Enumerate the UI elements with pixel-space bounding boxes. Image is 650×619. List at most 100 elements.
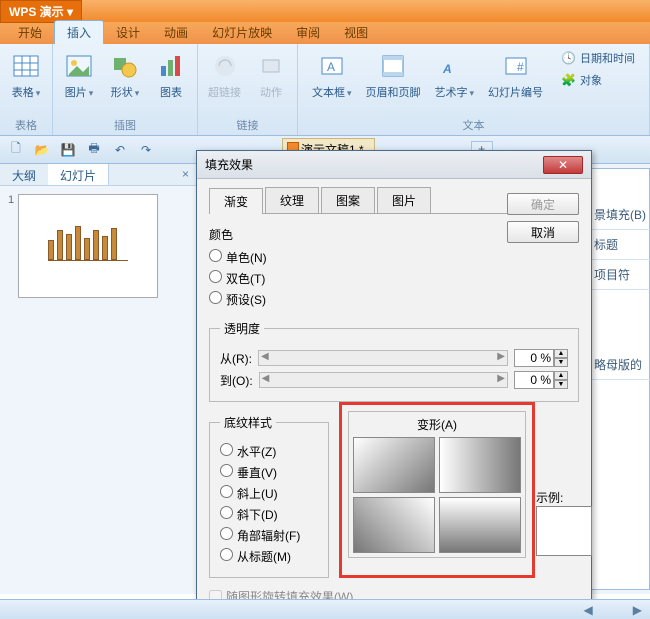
spin-up-icon[interactable]: ▲ (554, 349, 568, 358)
variant-swatch-4[interactable] (439, 497, 521, 553)
transparency-section: 透明度 从(R): ▲▼ 到(O): ▲▼ (209, 320, 579, 402)
qa-redo-icon[interactable]: ↷ (136, 140, 156, 160)
ribbon: 表格 表格 图片 形状 图表 插图 超链接 (0, 44, 650, 136)
ribbon-item-table[interactable]: 表格 (6, 48, 46, 102)
dialog-titlebar[interactable]: 填充效果 ✕ (197, 151, 591, 179)
variant-grid (353, 437, 521, 553)
qa-print-icon[interactable]: 🖶 (84, 140, 104, 160)
picture-icon (63, 50, 95, 82)
to-label: 到(O): (220, 372, 253, 389)
ribbon-item-wordart[interactable]: A 艺术字 (431, 48, 479, 102)
dialog-tab-texture[interactable]: 纹理 (265, 187, 319, 213)
slide-preview (18, 194, 158, 298)
cancel-button[interactable]: 取消 (507, 221, 579, 243)
tab-insert[interactable]: 插入 (54, 20, 104, 44)
slide-panel: 大纲 幻灯片 × 1 (0, 164, 198, 594)
radio-vertical[interactable]: 垂直(V) (220, 464, 318, 481)
slide-panel-tabs: 大纲 幻灯片 × (0, 164, 197, 186)
radio-diag-down[interactable]: 斜下(D) (220, 506, 318, 523)
datetime-icon: 🕓 (561, 51, 576, 65)
scroll-right-icon[interactable]: ▶ (633, 603, 642, 617)
fill-effects-dialog: 填充效果 ✕ 渐变 纹理 图案 图片 确定 取消 颜色 单色(N) 双色(T) … (196, 150, 592, 618)
variant-label: 变形(A) (353, 416, 521, 433)
shapes-icon (109, 50, 141, 82)
radio-one-color[interactable]: 单色(N) (209, 249, 579, 266)
chart-icon (155, 50, 187, 82)
app-title-bar: WPS 演示 ▾ (0, 0, 650, 22)
taskpane-bgfill[interactable]: 景填充(B) (590, 200, 650, 230)
tab-slideshow[interactable]: 幻灯片放映 (200, 21, 284, 44)
to-slider[interactable] (259, 372, 508, 388)
dialog-tab-picture[interactable]: 图片 (377, 187, 431, 213)
section-label: 底纹样式 (220, 414, 276, 431)
scroll-left-icon[interactable]: ◀ (584, 603, 593, 617)
variant-swatch-1[interactable] (353, 437, 435, 493)
from-slider[interactable] (258, 350, 508, 366)
ribbon-item-shapes[interactable]: 形状 (105, 48, 145, 102)
radio-horizontal[interactable]: 水平(Z) (220, 443, 318, 460)
ribbon-item-slidenumber[interactable]: # 幻灯片编号 (484, 48, 547, 102)
svg-text:A: A (442, 62, 452, 76)
ribbon-item-datetime[interactable]: 🕓 日期和时间 (557, 48, 639, 68)
slide-thumbnail[interactable]: 1 (8, 194, 189, 298)
svg-text:#: # (517, 60, 524, 74)
panel-close-icon[interactable]: × (174, 164, 197, 185)
dialog-close-button[interactable]: ✕ (543, 156, 583, 174)
tab-animation[interactable]: 动画 (152, 21, 200, 44)
ok-button: 确定 (507, 193, 579, 215)
ribbon-item-textbox[interactable]: A 文本框 (308, 48, 356, 102)
ribbon-item-chart[interactable]: 图表 (151, 48, 191, 102)
tab-slides[interactable]: 幻灯片 (48, 164, 109, 185)
tab-design[interactable]: 设计 (104, 21, 152, 44)
radio-preset[interactable]: 预设(S) (209, 291, 579, 308)
ribbon-group-illustrations: 图片 形状 图表 插图 (53, 44, 198, 135)
dialog-buttons: 确定 取消 (507, 193, 579, 243)
section-label: 透明度 (220, 320, 264, 337)
tab-outline[interactable]: 大纲 (0, 164, 48, 185)
hyperlink-icon (209, 50, 241, 82)
tab-start[interactable]: 开始 (6, 21, 54, 44)
svg-text:A: A (327, 60, 335, 74)
taskpane-title: 标题 (590, 230, 650, 260)
dialog-tab-pattern[interactable]: 图案 (321, 187, 375, 213)
ribbon-item-hyperlink: 超链接 (204, 48, 245, 102)
ribbon-item-picture[interactable]: 图片 (59, 48, 99, 102)
qa-open-icon[interactable]: 📂 (32, 140, 52, 160)
dialog-title: 填充效果 (205, 156, 253, 173)
ribbon-item-action: 动作 (251, 48, 291, 102)
tab-review[interactable]: 审阅 (284, 21, 332, 44)
spin-up-icon[interactable]: ▲ (554, 371, 568, 380)
spin-down-icon[interactable]: ▼ (554, 358, 568, 367)
taskpane-bullet: 项目符 (590, 260, 650, 290)
qa-undo-icon[interactable]: ↶ (110, 140, 130, 160)
from-label: 从(R): (220, 350, 252, 367)
object-icon: 🧩 (561, 73, 576, 87)
tab-view[interactable]: 视图 (332, 21, 380, 44)
radio-diag-up[interactable]: 斜上(U) (220, 485, 318, 502)
qa-save-icon[interactable]: 💾 (58, 140, 78, 160)
variant-swatch-3[interactable] (353, 497, 435, 553)
textbox-icon: A (316, 50, 348, 82)
status-bar: ◀ ▶ (0, 599, 650, 619)
slide-thumbnails: 1 (0, 186, 197, 306)
action-icon (255, 50, 287, 82)
shading-style-section: 底纹样式 水平(Z) 垂直(V) 斜上(U) 斜下(D) 角部辐射(F) 从标题… (209, 414, 329, 578)
dialog-tab-gradient[interactable]: 渐变 (209, 188, 263, 214)
ribbon-group-label: 插图 (114, 117, 136, 133)
radio-from-title[interactable]: 从标题(M) (220, 548, 318, 565)
ribbon-group-links: 超链接 动作 链接 (198, 44, 298, 135)
variant-swatch-2[interactable] (439, 437, 521, 493)
ribbon-group-text: A 文本框 页眉和页脚 A 艺术字 # 幻灯片编号 🕓 日期和时间 (298, 44, 650, 135)
radio-two-color[interactable]: 双色(T) (209, 270, 579, 287)
ribbon-item-headerfooter[interactable]: 页眉和页脚 (362, 48, 425, 102)
radio-from-corner[interactable]: 角部辐射(F) (220, 527, 318, 544)
from-spin[interactable] (514, 349, 554, 367)
to-spin[interactable] (514, 371, 554, 389)
ribbon-group-label: 表格 (15, 117, 37, 133)
headerfooter-icon (377, 50, 409, 82)
spin-down-icon[interactable]: ▼ (554, 380, 568, 389)
qa-new-icon[interactable]: 🗋 (6, 140, 26, 160)
right-task-strip: 景填充(B) 标题 项目符 略母版的 (590, 200, 650, 380)
taskpane-omitmaster: 略母版的 (590, 350, 650, 380)
ribbon-item-object[interactable]: 🧩 对象 (557, 70, 639, 90)
